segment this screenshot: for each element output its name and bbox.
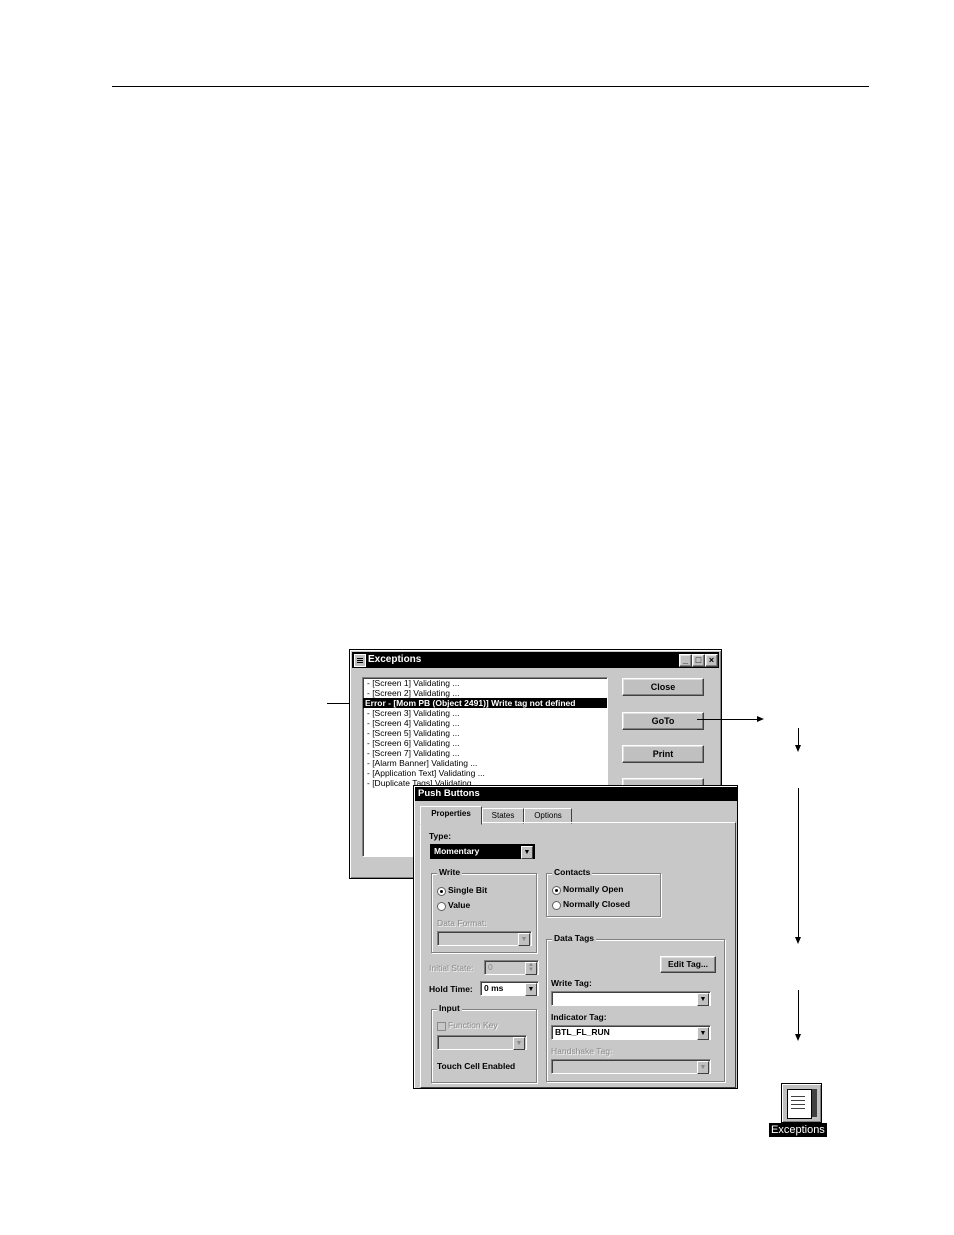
hold-time-dropdown[interactable]: 0 ms ▼ — [480, 981, 539, 996]
write-tag-label: Write Tag: — [551, 978, 592, 988]
input-group-title: Input — [437, 1003, 462, 1013]
page-header-rule — [112, 86, 869, 87]
function-key-label: Function Key — [448, 1020, 498, 1030]
normally-open-label[interactable]: Normally Open — [563, 884, 623, 894]
indicator-tag-value: BTL_FL_RUN — [555, 1027, 610, 1037]
desktop-icon-label[interactable]: Exceptions — [769, 1123, 827, 1137]
data-tags-group-title: Data Tags — [552, 933, 596, 943]
chevron-down-icon[interactable]: ▼ — [697, 993, 709, 1006]
touch-cell-label: Touch Cell Enabled — [437, 1061, 516, 1071]
indicator-tag-dropdown[interactable]: BTL_FL_RUN ▼ — [551, 1025, 711, 1040]
handshake-tag-label: Handshake Tag: — [551, 1046, 613, 1056]
normally-open-radio[interactable] — [552, 886, 561, 895]
list-item[interactable]: - [Alarm Banner] Validating ... — [363, 758, 607, 768]
exceptions-desktop-icon[interactable] — [781, 1083, 822, 1123]
chevron-down-icon[interactable]: ▼ — [525, 983, 537, 996]
normally-closed-label[interactable]: Normally Closed — [563, 899, 630, 909]
flow-arrowhead-2 — [795, 937, 801, 944]
maximize-icon[interactable]: □ — [692, 654, 705, 667]
normally-closed-radio[interactable] — [552, 901, 561, 910]
single-bit-radio[interactable] — [437, 887, 446, 896]
chevron-down-icon[interactable]: ▼ — [521, 846, 533, 859]
list-item[interactable]: - [Screen 7] Validating ... — [363, 748, 607, 758]
list-item[interactable]: - [Screen 6] Validating ... — [363, 738, 607, 748]
flow-arrow-3 — [798, 990, 799, 1035]
hold-time-label: Hold Time: — [429, 984, 473, 994]
hold-time-value: 0 ms — [484, 983, 504, 993]
flow-arrow-2 — [798, 788, 799, 938]
flow-arrowhead-1 — [795, 745, 801, 752]
function-key-dropdown[interactable]: ▼ — [437, 1035, 527, 1050]
edit-tag-button[interactable]: Edit Tag... — [660, 956, 716, 973]
list-item-selected-error[interactable]: Error - [Mom PB (Object 2491)] Write tag… — [363, 698, 607, 708]
data-format-label: Data Format: — [437, 918, 487, 928]
print-button[interactable]: Print — [622, 745, 704, 763]
close-icon[interactable]: × — [705, 654, 718, 667]
list-item[interactable]: - [Screen 2] Validating ... — [363, 688, 607, 698]
list-item[interactable]: - [Screen 5] Validating ... — [363, 728, 607, 738]
chevron-down-icon[interactable]: ▼ — [513, 1037, 525, 1050]
chevron-down-icon[interactable]: ▼ — [518, 933, 530, 946]
value-label[interactable]: Value — [448, 900, 470, 910]
list-item[interactable]: - [Screen 1] Validating ... — [363, 678, 607, 688]
type-label: Type: — [429, 831, 452, 841]
contacts-group-title: Contacts — [552, 867, 593, 877]
type-dropdown[interactable]: Momentary ▼ — [430, 844, 535, 859]
indicator-tag-label: Indicator Tag: — [551, 1012, 607, 1022]
initial-state-value: 0 — [488, 962, 493, 972]
data-format-dropdown[interactable]: ▼ — [437, 931, 532, 946]
write-group: Write Single Bit Value Data Format: ▼ — [431, 867, 537, 953]
exceptions-title: Exceptions — [368, 654, 422, 665]
type-value: Momentary — [434, 846, 480, 856]
window-app-icon — [354, 654, 366, 667]
write-tag-dropdown[interactable]: ▼ — [551, 991, 711, 1006]
initial-state-label: Initial State: — [429, 963, 474, 973]
exceptions-titlebar[interactable]: Exceptions _ □ × — [352, 652, 719, 668]
minimize-icon[interactable]: _ — [679, 654, 692, 667]
goto-button[interactable]: GoTo — [622, 712, 704, 730]
function-key-checkbox[interactable] — [437, 1022, 446, 1031]
flow-arrow-1 — [798, 728, 799, 746]
list-item[interactable]: - [Screen 4] Validating ... — [363, 718, 607, 728]
list-item[interactable]: - [Application Text] Validating ... — [363, 768, 607, 778]
chevron-down-icon[interactable]: ▼ — [697, 1027, 709, 1040]
single-bit-label[interactable]: Single Bit — [448, 885, 487, 895]
properties-panel: Type: Momentary ▼ Write Single Bit Value… — [420, 822, 736, 1088]
write-group-title: Write — [437, 867, 463, 877]
icon-sidebar — [812, 1089, 817, 1117]
list-item[interactable]: - [Screen 3] Validating ... — [363, 708, 607, 718]
spin-arrows-icon[interactable]: ▲ ▼ — [525, 962, 537, 975]
window-icon — [787, 1089, 812, 1119]
tab-properties[interactable]: Properties — [420, 806, 482, 825]
value-radio[interactable] — [437, 902, 446, 911]
contacts-group: Contacts Normally Open Normally Closed — [546, 867, 661, 917]
chevron-down-icon[interactable]: ▼ — [697, 1061, 709, 1074]
input-group: Input Function Key ▼ Touch Cell Enabled — [431, 1003, 537, 1083]
push-buttons-title[interactable]: Push Buttons — [415, 787, 737, 801]
callout-arrowhead-goto — [757, 716, 764, 722]
data-tags-group: Data Tags Edit Tag... Write Tag: ▼ Indic… — [546, 933, 725, 1082]
initial-state-spinner[interactable]: 0 ▲ ▼ — [484, 960, 539, 975]
push-buttons-dialog: Push Buttons Properties States Options T… — [413, 785, 738, 1089]
handshake-tag-dropdown[interactable]: ▼ — [551, 1059, 711, 1074]
close-button[interactable]: Close — [622, 678, 704, 696]
callout-arrow-goto — [697, 719, 759, 720]
flow-arrowhead-3 — [795, 1034, 801, 1041]
